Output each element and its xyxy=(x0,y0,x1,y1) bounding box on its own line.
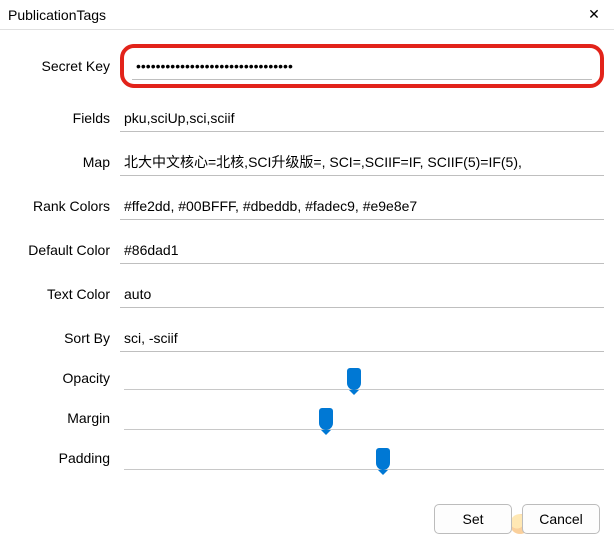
label-map: Map xyxy=(10,154,120,170)
titlebar: PublicationTags ✕ xyxy=(0,0,614,30)
button-bar: Set Cancel xyxy=(434,504,600,534)
label-rank-colors: Rank Colors xyxy=(10,198,120,214)
padding-slider[interactable] xyxy=(124,448,604,468)
row-margin: Margin xyxy=(10,408,604,428)
close-icon[interactable]: ✕ xyxy=(584,6,604,23)
margin-slider[interactable] xyxy=(124,408,604,428)
label-fields: Fields xyxy=(10,110,120,126)
opacity-thumb[interactable] xyxy=(347,368,361,390)
window-title: PublicationTags xyxy=(8,7,106,23)
form-content: Secret Key Fields Map Rank Colors Defaul… xyxy=(0,30,614,498)
row-map: Map xyxy=(10,148,604,176)
label-secret-key: Secret Key xyxy=(10,58,120,74)
row-fields: Fields xyxy=(10,104,604,132)
padding-thumb[interactable] xyxy=(376,448,390,470)
secret-key-input[interactable] xyxy=(132,52,592,80)
secret-key-highlight xyxy=(120,44,604,88)
row-default-color: Default Color xyxy=(10,236,604,264)
slider-line xyxy=(124,429,604,430)
rank-colors-input[interactable] xyxy=(120,192,604,220)
label-default-color: Default Color xyxy=(10,242,120,258)
default-color-input[interactable] xyxy=(120,236,604,264)
slider-line xyxy=(124,389,604,390)
map-input[interactable] xyxy=(120,148,604,176)
row-rank-colors: Rank Colors xyxy=(10,192,604,220)
row-text-color: Text Color xyxy=(10,280,604,308)
label-opacity: Opacity xyxy=(10,370,120,386)
row-padding: Padding xyxy=(10,448,604,468)
text-color-input[interactable] xyxy=(120,280,604,308)
label-padding: Padding xyxy=(10,450,120,466)
opacity-slider[interactable] xyxy=(124,368,604,388)
cancel-button[interactable]: Cancel xyxy=(522,504,600,534)
label-sort-by: Sort By xyxy=(10,330,120,346)
slider-line xyxy=(124,469,604,470)
row-secret-key: Secret Key xyxy=(10,44,604,88)
label-text-color: Text Color xyxy=(10,286,120,302)
set-button[interactable]: Set xyxy=(434,504,512,534)
margin-thumb[interactable] xyxy=(319,408,333,430)
label-margin: Margin xyxy=(10,410,120,426)
row-sort-by: Sort By xyxy=(10,324,604,352)
fields-input[interactable] xyxy=(120,104,604,132)
row-opacity: Opacity xyxy=(10,368,604,388)
sort-by-input[interactable] xyxy=(120,324,604,352)
